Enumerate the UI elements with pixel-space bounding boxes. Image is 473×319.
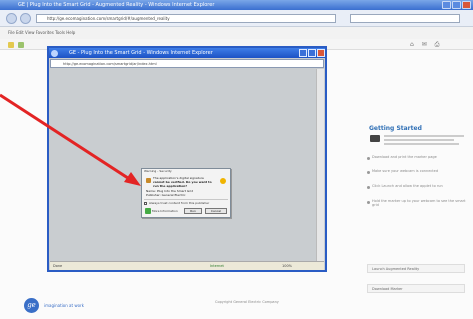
arrow-shaft: [0, 93, 132, 182]
arrow-head: [124, 172, 141, 186]
red-arrow-annotation: [0, 93, 141, 186]
